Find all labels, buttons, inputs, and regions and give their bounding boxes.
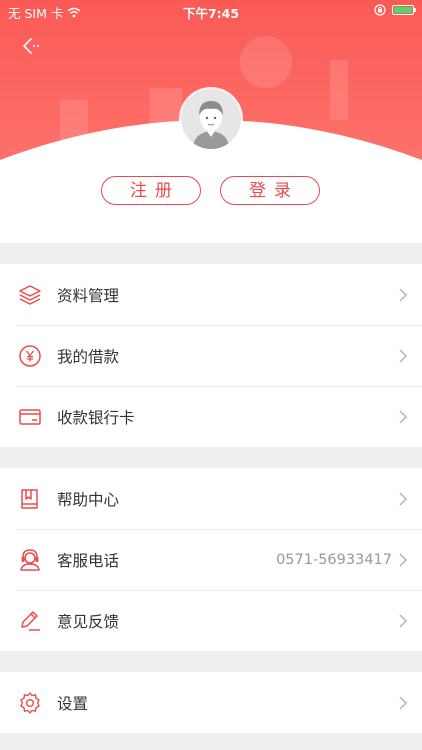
menu-item-label: 意见反馈 [57,612,120,631]
default-avatar-icon [181,89,241,149]
back-button[interactable] [14,30,44,60]
menu-item-profile-data[interactable]: 资料管理 [0,264,422,325]
menu-item-label: 资料管理 [57,286,120,305]
gear-icon [17,690,43,716]
chevron-right-icon [399,552,408,567]
headset-icon [17,547,43,573]
chevron-right-icon [399,613,408,628]
menu-item-my-loans[interactable]: 我的借款 [0,325,422,386]
menu-group-account: 资料管理 我的借款 收款银行卡 [0,264,422,447]
bank-card-icon [17,404,43,430]
menu-item-help-center[interactable]: 帮助中心 [0,468,422,529]
login-button[interactable]: 登录 [220,176,320,205]
yuan-coin-icon [17,343,43,369]
menu-item-label: 我的借款 [57,347,120,366]
status-bar: 无 SIM 卡 下午7:45 [0,0,422,22]
pencil-icon [17,608,43,634]
menu-item-label: 设置 [57,694,89,713]
menu-item-label: 帮助中心 [57,490,120,509]
menu-item-label: 收款银行卡 [57,408,135,427]
profile-header: 注册 登录 [0,0,422,243]
chevron-right-icon [399,348,408,363]
chevron-right-icon [399,409,408,424]
avatar[interactable] [181,89,241,149]
chevron-right-icon [399,287,408,302]
menu-item-feedback[interactable]: 意见反馈 [0,590,422,651]
chevron-right-icon [399,695,408,710]
menu-group-support: 帮助中心 客服电话 0571-56933417 意见反馈 [0,468,422,651]
menu-item-label: 客服电话 [57,551,120,570]
service-phone-number: 0571-56933417 [276,551,392,568]
chevron-right-icon [399,491,408,506]
profile-screen: 注册 登录 无 SIM 卡 下午7:45 资料管理 我的借款 收款银行卡 帮助中… [0,0,422,750]
menu-item-settings[interactable]: 设置 [0,672,422,733]
menu-item-bank-card[interactable]: 收款银行卡 [0,386,422,447]
battery-icon [392,5,416,15]
menu-item-customer-service[interactable]: 客服电话 0571-56933417 [0,529,422,590]
status-right [374,4,416,16]
layers-icon [17,282,43,308]
help-book-icon [17,486,43,512]
menu-group-settings: 设置 [0,672,422,733]
back-arrow-icon [23,38,39,54]
register-button[interactable]: 注册 [101,176,201,205]
orientation-lock-icon [374,4,386,16]
status-time: 下午7:45 [182,6,240,21]
